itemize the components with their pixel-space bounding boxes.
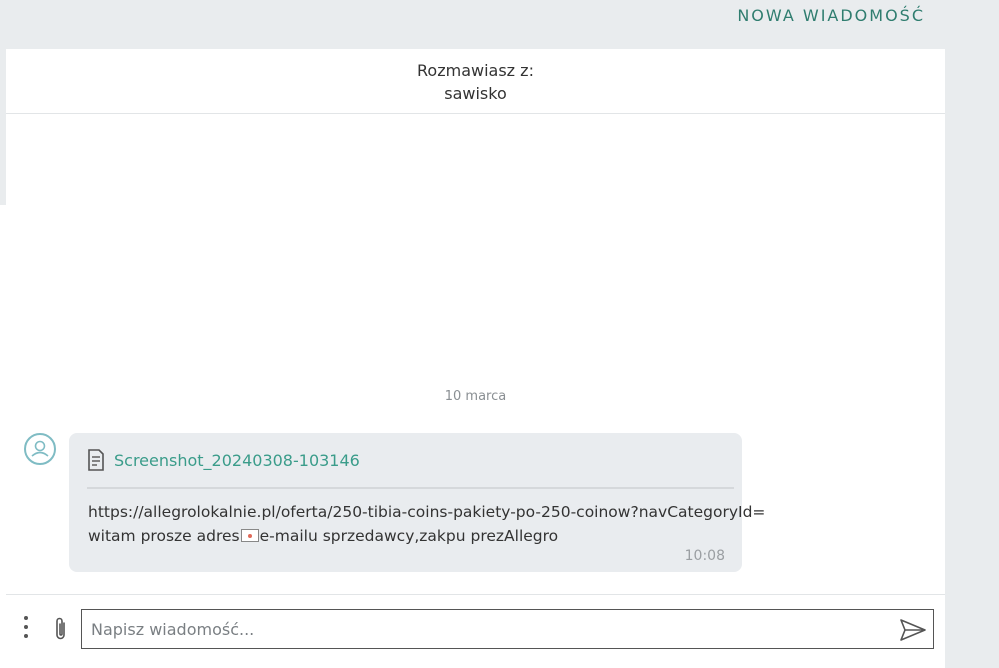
conversation-username[interactable]: sawisko: [6, 84, 945, 103]
message-line-2-end: e-mailu sprzedawcy,zakpu prezAllegro: [259, 527, 559, 545]
user-avatar-icon: [24, 433, 56, 465]
send-icon[interactable]: [899, 618, 927, 642]
message-input[interactable]: [91, 619, 871, 639]
message-line-2-start: witam prosze adres: [88, 527, 240, 545]
conversation-panel: Rozmawiasz z: sawisko 10 marca Screensho…: [6, 49, 945, 668]
new-message-button[interactable]: NOWA WIADOMOŚĆ: [737, 6, 925, 25]
message-text: https://allegrolokalnie.pl/oferta/250-ti…: [88, 500, 766, 548]
message-bubble: Screenshot_20240308-103146 https://alleg…: [69, 433, 766, 572]
conversation-header: Rozmawiasz z: sawisko: [6, 49, 945, 114]
message-line-1: https://allegrolokalnie.pl/oferta/250-ti…: [88, 503, 766, 521]
message-line-2: witam prosze adres e-mailu sprzedawcy,zak…: [88, 524, 738, 548]
inline-image-icon: [240, 529, 259, 542]
kebab-menu-icon[interactable]: [22, 616, 30, 640]
paperclip-icon[interactable]: [53, 616, 69, 642]
composer-divider: [6, 594, 945, 595]
top-bar: NOWA WIADOMOŚĆ: [0, 0, 999, 49]
document-icon: [88, 449, 104, 471]
attachment-link[interactable]: Screenshot_20240308-103146: [114, 451, 360, 470]
right-gutter: [945, 49, 999, 668]
attachment-row[interactable]: Screenshot_20240308-103146: [87, 449, 360, 471]
message-timestamp: 10:08: [684, 548, 725, 564]
bubble-divider: [87, 487, 734, 489]
conversation-with-label: Rozmawiasz z:: [417, 61, 534, 80]
message-input-box[interactable]: [81, 609, 934, 649]
date-separator: 10 marca: [444, 389, 507, 404]
